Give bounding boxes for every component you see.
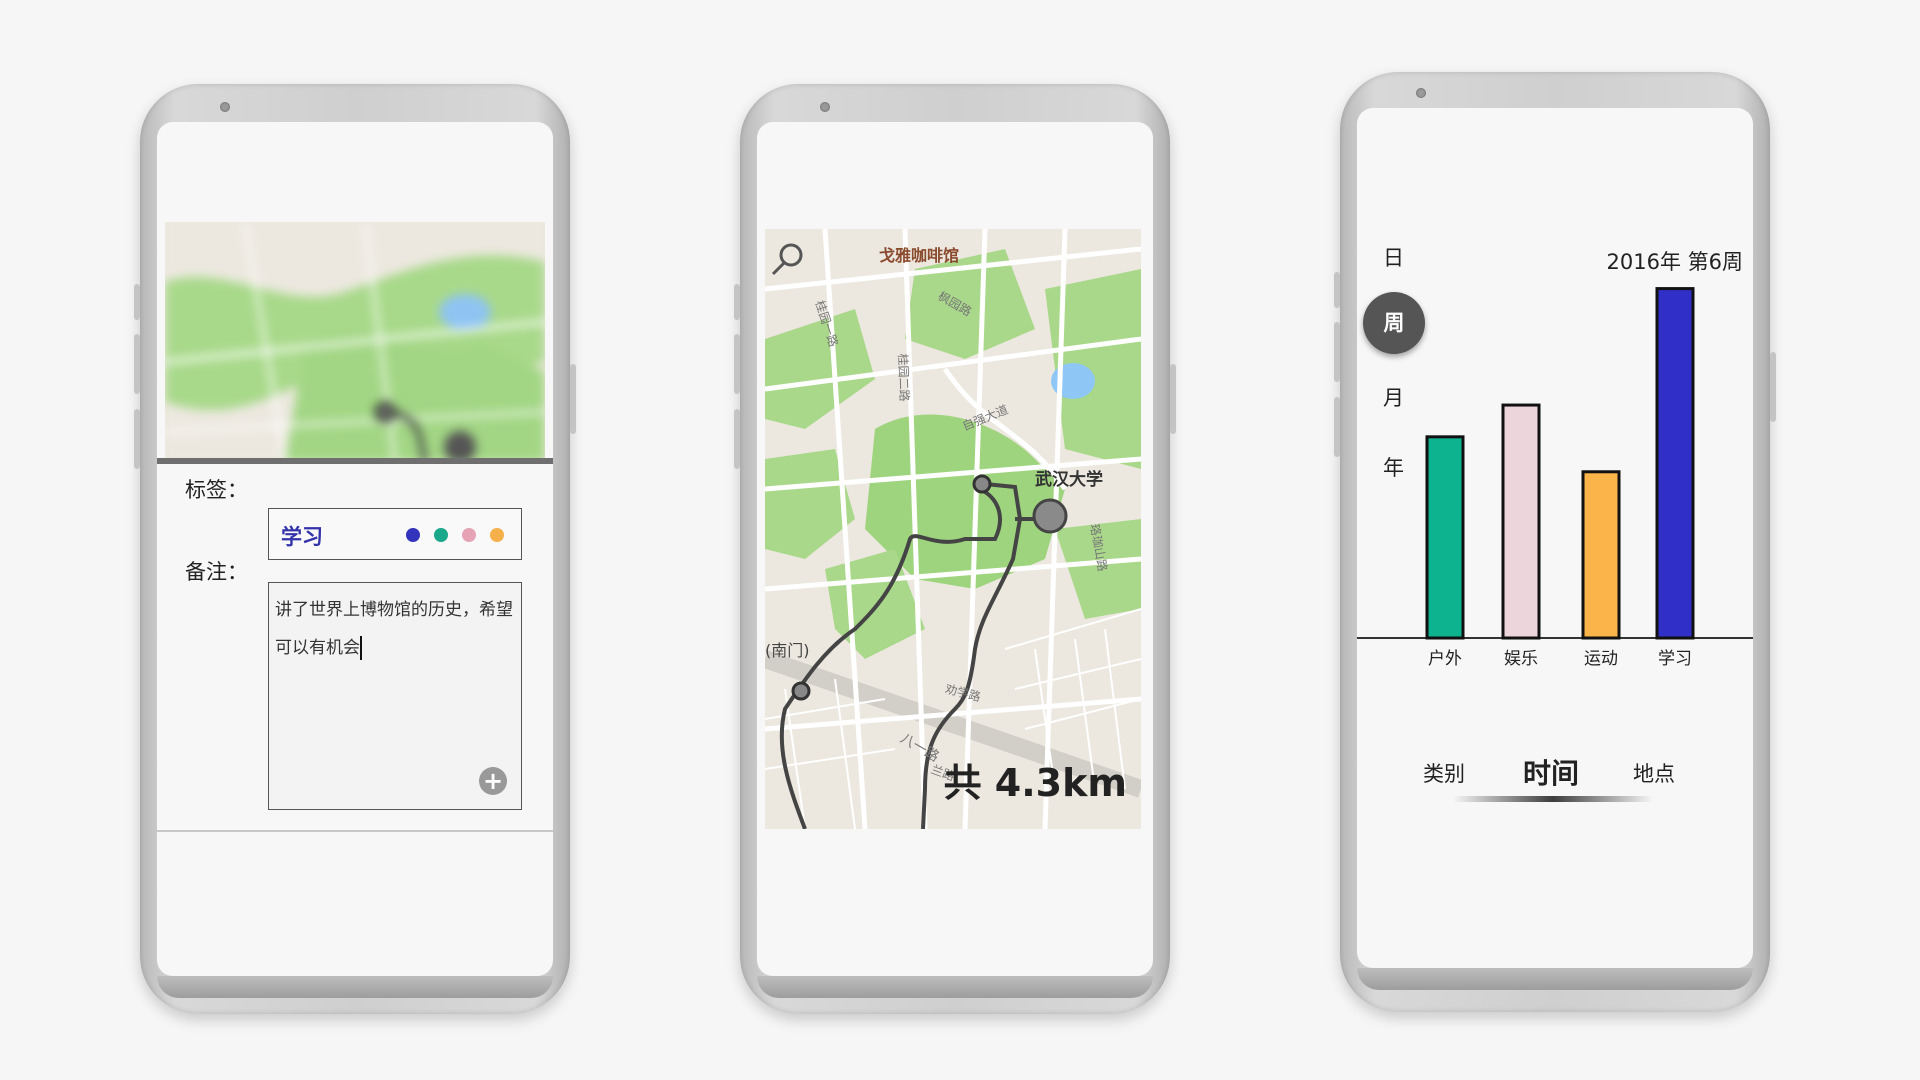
- tag-color-outdoor[interactable]: [434, 528, 448, 542]
- edit-screen: 标签： 学习 备注： 讲了世界上博物馆的历史，希望可以有机会 +: [157, 122, 553, 976]
- front-camera: [220, 102, 230, 112]
- map-label-university: 武汉大学: [1035, 470, 1103, 490]
- side-button: [1334, 397, 1340, 457]
- tab-active-indicator: [1453, 796, 1653, 802]
- volume-up-button: [1334, 272, 1340, 308]
- bar-1[interactable]: [1501, 403, 1541, 640]
- stats-screen: 2016年 第6周 日 周 月 年 户外 娱乐 运动 学习 类别 时间 地点: [1357, 108, 1753, 968]
- route-end-marker: [1032, 498, 1068, 534]
- phone-frame-stats: 2016年 第6周 日 周 月 年 户外 娱乐 运动 学习 类别 时间 地点: [1334, 72, 1776, 1012]
- power-button: [570, 364, 576, 434]
- phone-chin: [157, 976, 553, 998]
- map-preview[interactable]: [165, 222, 545, 462]
- bar-2[interactable]: [1581, 470, 1621, 640]
- map-label-road2: 桂园二路: [895, 353, 912, 402]
- route-screen: 戈雅咖啡馆 武汉大学 (南门) 桂园一路 桂园二路 枫园路 自强大道 八一路 珞…: [757, 122, 1153, 976]
- map-label-gate: (南门): [765, 641, 810, 660]
- form-divider: [157, 830, 553, 832]
- x-tick-label-3: 学习: [1658, 649, 1692, 669]
- note-textarea[interactable]: 讲了世界上博物馆的历史，希望可以有机会 +: [268, 582, 522, 810]
- power-button: [1770, 352, 1776, 422]
- phone-frame-edit: 标签： 学习 备注： 讲了世界上博物馆的历史，希望可以有机会 +: [134, 84, 576, 1014]
- power-button: [1170, 364, 1176, 434]
- tab-category[interactable]: 类别: [1423, 758, 1465, 788]
- plus-circle-icon[interactable]: +: [479, 767, 507, 795]
- bar-0[interactable]: [1425, 435, 1465, 640]
- volume-down-button: [134, 334, 140, 394]
- tag-selector[interactable]: 学习: [268, 508, 522, 560]
- x-tick-label-0: 户外: [1428, 649, 1462, 669]
- tab-location[interactable]: 地点: [1633, 758, 1675, 788]
- map-divider: [157, 458, 553, 464]
- tag-value: 学习: [281, 525, 323, 549]
- route-map[interactable]: 戈雅咖啡馆 武汉大学 (南门) 桂园一路 桂园二路 枫园路 自强大道 八一路 珞…: [765, 229, 1141, 829]
- tag-color-study[interactable]: [406, 528, 420, 542]
- note-label: 备注：: [185, 560, 248, 584]
- tag-color-sport[interactable]: [490, 528, 504, 542]
- phone-chin: [1357, 968, 1753, 990]
- note-text: 讲了世界上博物馆的历史，希望可以有机会: [275, 600, 513, 658]
- front-camera: [1416, 88, 1426, 98]
- phone-chin: [757, 976, 1153, 998]
- x-tick-label-1: 娱乐: [1504, 649, 1538, 669]
- x-tick-label-2: 运动: [1584, 649, 1618, 669]
- volume-up-button: [134, 284, 140, 320]
- tab-time[interactable]: 时间: [1523, 752, 1579, 792]
- side-button: [734, 409, 740, 469]
- map-label-cafe: 戈雅咖啡馆: [879, 246, 960, 265]
- route-start-marker: [972, 474, 992, 494]
- bar-3[interactable]: [1655, 287, 1695, 640]
- total-distance: 共 4.3km: [943, 761, 1127, 805]
- phone-frame-map: 戈雅咖啡馆 武汉大学 (南门) 桂园一路 桂园二路 枫园路 自强大道 八一路 珞…: [734, 84, 1176, 1014]
- tag-color-entertainment[interactable]: [462, 528, 476, 542]
- volume-down-button: [1334, 322, 1340, 382]
- text-caret: [360, 636, 362, 660]
- route-waypoint: [791, 681, 811, 701]
- side-button: [134, 409, 140, 469]
- volume-down-button: [734, 334, 740, 394]
- route-start-marker: [375, 402, 395, 422]
- volume-up-button: [734, 284, 740, 320]
- bar-chart: 户外 娱乐 运动 学习: [1357, 287, 1753, 669]
- tag-label: 标签：: [185, 478, 248, 502]
- front-camera: [820, 102, 830, 112]
